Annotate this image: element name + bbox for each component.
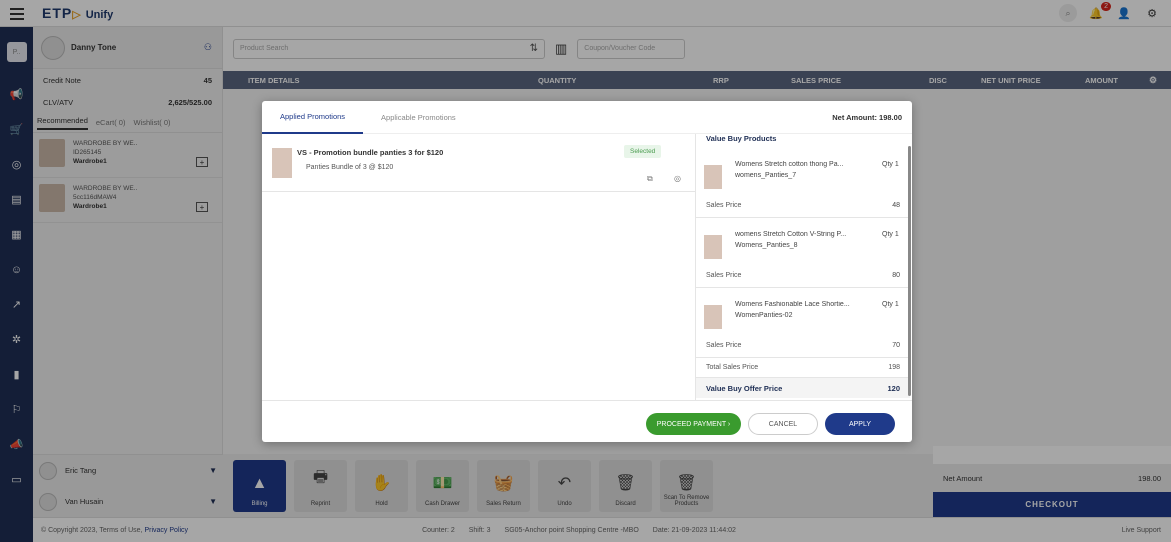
total-sales-row: Total Sales Price 198 (696, 358, 910, 378)
price-label: Sales Price (706, 202, 742, 209)
offer-label: Value Buy Offer Price (706, 383, 783, 393)
copy-icon[interactable]: ⧉ (647, 174, 653, 184)
promo-title: VS - Promotion bundle panties 3 for $120 (297, 148, 444, 157)
promotion-item[interactable]: VS - Promotion bundle panties 3 for $120… (262, 134, 695, 192)
product-image (704, 165, 722, 189)
product-code: WomenPanties-02 (735, 312, 793, 319)
product-code: womens_Panties_7 (735, 172, 797, 179)
proceed-payment-button[interactable]: PROCEED PAYMENT › (646, 413, 741, 435)
tab-applied-promotions[interactable]: Applied Promotions (262, 101, 364, 134)
modal-footer: PROCEED PAYMENT › CANCEL APPLY (262, 400, 912, 442)
offer-value: 120 (887, 383, 900, 393)
promotions-modal: Applied Promotions Applicable Promotions… (262, 101, 912, 442)
product-image (704, 305, 722, 329)
product-code: Womens_Panties_8 (735, 242, 798, 249)
promo-subtitle: Panties Bundle of 3 @ $120 (306, 164, 394, 171)
product-qty: Qty 1 (882, 301, 899, 308)
list-item: Womens Fashionable Lace Shortie... Women… (696, 288, 910, 358)
list-item: Womens Stretch cotton thong Pa... womens… (696, 148, 910, 218)
product-qty: Qty 1 (882, 231, 899, 238)
apply-button[interactable]: APPLY (825, 413, 895, 435)
info-icon[interactable]: ◎ (674, 174, 681, 183)
price-label: Sales Price (706, 342, 742, 349)
price-value: 70 (892, 342, 900, 349)
scrollbar[interactable] (908, 146, 911, 396)
modal-net-amount: Net Amount: 198.00 (832, 113, 902, 122)
total-label: Total Sales Price (706, 364, 759, 371)
total-value: 198 (888, 364, 900, 371)
product-qty: Qty 1 (882, 161, 899, 168)
tab-applicable-promotions[interactable]: Applicable Promotions (363, 101, 474, 134)
price-value: 48 (892, 202, 900, 209)
offer-price-row: Value Buy Offer Price 120 (696, 378, 910, 398)
price-label: Sales Price (706, 272, 742, 279)
value-buy-panel: Value Buy Products Womens Stretch cotton… (695, 134, 910, 400)
promo-image (272, 148, 292, 178)
product-name: Womens Fashionable Lace Shortie... (735, 301, 850, 308)
product-name: womens Stretch Cotton V-String P... (735, 231, 847, 238)
product-image (704, 235, 722, 259)
value-buy-header: Value Buy Products (706, 134, 777, 143)
list-item: womens Stretch Cotton V-String P... Wome… (696, 218, 910, 288)
cancel-button[interactable]: CANCEL (748, 413, 818, 435)
selected-badge: Selected (624, 145, 662, 158)
price-value: 80 (892, 272, 900, 279)
product-name: Womens Stretch cotton thong Pa... (735, 161, 844, 168)
modal-tabs: Applied Promotions Applicable Promotions… (262, 101, 912, 134)
